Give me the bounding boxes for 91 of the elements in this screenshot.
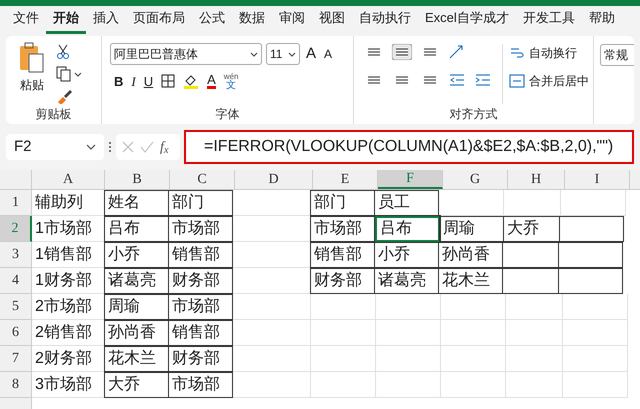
scissors-icon[interactable]	[56, 44, 70, 60]
table-cell: 大乔	[104, 372, 169, 398]
table-cell: 诸葛亮	[104, 268, 169, 294]
phonetic-button[interactable]: wén 文	[224, 72, 238, 90]
font-color-button[interactable]: A	[207, 73, 216, 90]
merge-icon	[509, 74, 525, 88]
table-cell: 销售部	[168, 320, 233, 346]
column-header[interactable]: C	[170, 170, 235, 189]
table-cell: 大乔	[503, 216, 560, 242]
caret-icon	[86, 144, 96, 150]
table-cell: 市场部	[168, 372, 233, 398]
table-cell: 员工	[374, 190, 439, 216]
table-cell: 1销售部	[32, 242, 105, 268]
caret-icon	[250, 52, 258, 57]
decrease-indent-icon[interactable]	[448, 72, 466, 88]
table-cell: 辅助列	[32, 190, 105, 216]
grow-font-button[interactable]: A	[304, 43, 318, 66]
column-header[interactable]: H	[508, 170, 565, 189]
table-cell: 2销售部	[32, 320, 105, 346]
row-header[interactable]: 4	[0, 268, 32, 294]
table-cell: 部门	[168, 190, 233, 216]
fill-color-icon[interactable]	[183, 73, 200, 90]
menu-tab[interactable]: 公式	[192, 8, 232, 34]
table-cell: 小乔	[104, 242, 169, 268]
table-cell: 周瑜	[439, 216, 504, 242]
row-header[interactable]: 7	[0, 346, 32, 372]
table-cell: 销售部	[310, 242, 375, 268]
name-box[interactable]: F2	[6, 134, 104, 160]
menu-tab[interactable]: Excel自学成才	[418, 8, 516, 34]
caret-icon	[288, 52, 296, 57]
menu-tab[interactable]: 审阅	[272, 8, 312, 34]
row-header[interactable]: 1	[0, 190, 32, 216]
menu-tab[interactable]: 页面布局	[126, 8, 192, 34]
table-cell: 2市场部	[32, 294, 105, 320]
column-header[interactable]: A	[32, 170, 105, 189]
group-label: 字体	[216, 106, 240, 123]
table-cell: 吕布	[104, 216, 169, 242]
table-cell: 财务部	[310, 268, 375, 294]
borders-icon[interactable]	[161, 74, 176, 88]
more-icon	[108, 141, 112, 153]
table-cell: 孙尚香	[438, 242, 503, 268]
menu-tab[interactable]: 帮助	[582, 8, 622, 34]
font-name-dropdown[interactable]: 阿里巴巴普惠体	[110, 43, 262, 66]
table-cell: 3市场部	[32, 372, 105, 398]
table-cell: 诸葛亮	[374, 268, 439, 294]
table-cell: 市场部	[168, 216, 233, 242]
row-header[interactable]: 3	[0, 242, 32, 268]
row-header[interactable]: 6	[0, 320, 32, 346]
table-cell: 市场部	[168, 294, 233, 320]
table-cell: 1市场部	[32, 216, 105, 242]
table-cell: 财务部	[168, 268, 233, 294]
active-cell[interactable]: 吕布	[375, 216, 440, 242]
menu-tab[interactable]: 文件	[6, 8, 46, 34]
column-header[interactable]: B	[105, 170, 170, 189]
column-header[interactable]: G	[443, 170, 508, 189]
copy-icon[interactable]	[56, 66, 82, 82]
shrink-font-button[interactable]: A	[322, 45, 334, 64]
group-label: 剪贴板	[36, 106, 72, 123]
underline-button[interactable]: U	[144, 72, 154, 91]
menu-tab[interactable]: 开发工具	[516, 8, 582, 34]
column-header[interactable]: D	[235, 170, 313, 189]
wrap-text-button[interactable]: 自动换行	[509, 44, 589, 62]
table-cell: 1财务部	[32, 268, 105, 294]
increase-indent-icon[interactable]	[474, 72, 492, 88]
table-cell: 孙尚香	[104, 320, 169, 346]
table-cell: 花木兰	[438, 268, 503, 294]
column-header[interactable]: I	[565, 170, 630, 189]
table-cell: 2财务部	[32, 346, 105, 372]
table-cell: 部门	[310, 190, 375, 216]
table-cell: 财务部	[168, 346, 233, 372]
menu-tab[interactable]: 数据	[232, 8, 272, 34]
table-cell: 姓名	[104, 190, 169, 216]
merge-center-button[interactable]: 合并后居中	[509, 72, 589, 90]
brush-icon[interactable]	[56, 88, 72, 104]
row-header[interactable]: 5	[0, 294, 32, 320]
function-button[interactable]: f$_{x}$	[160, 136, 169, 158]
row-header[interactable]: 8	[0, 372, 32, 398]
group-label: 对齐方式	[450, 106, 498, 123]
menu-tab[interactable]: 插入	[86, 8, 126, 34]
paste-button[interactable]: 粘贴	[12, 42, 52, 104]
table-cell: 周瑜	[104, 294, 169, 320]
menu-tab[interactable]: 视图	[312, 8, 352, 34]
table-cell: 花木兰	[104, 346, 169, 372]
table-cell: 销售部	[168, 242, 233, 268]
italic-button[interactable]: I	[131, 72, 136, 91]
menu-tab[interactable]: 自动执行	[352, 8, 418, 34]
font-size-dropdown[interactable]: 11	[266, 43, 300, 66]
bold-button[interactable]: B	[114, 72, 124, 91]
table-cell: 市场部	[310, 216, 375, 242]
formula-field[interactable]: =IFERROR(VLOOKUP(COLUMN(A1)&$E2,$A:$B,2,0),"")	[184, 130, 634, 164]
number-format-dropdown[interactable]: 常规	[600, 44, 634, 66]
